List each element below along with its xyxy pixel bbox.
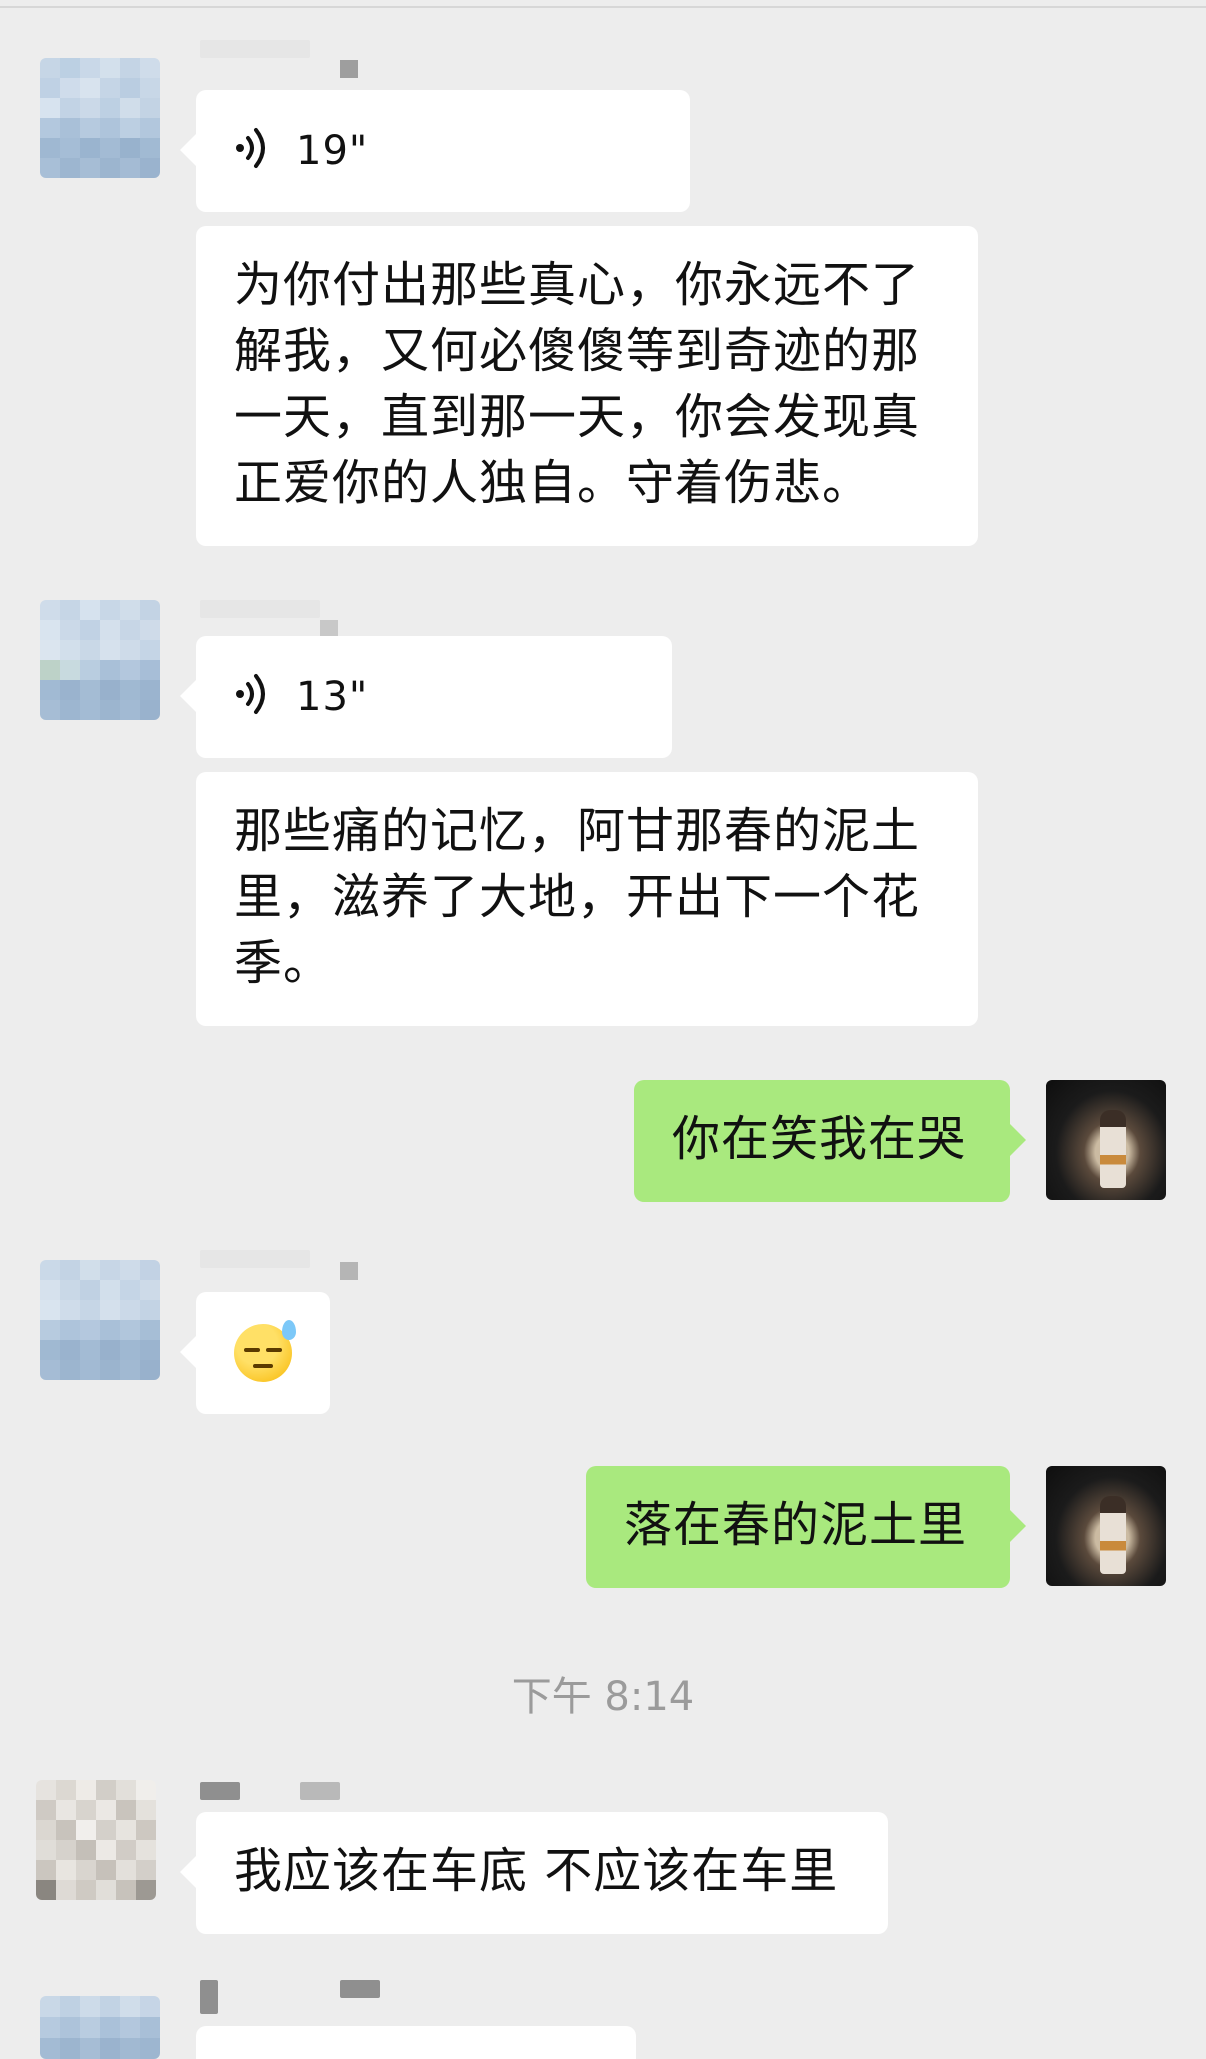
voice-message-bubble[interactable]: 13" [180,636,672,758]
voice-duration: 19" [296,128,369,174]
voice-duration: 13" [296,674,369,720]
outgoing-text-bubble[interactable]: 落在春的泥土里 [586,1466,1026,1588]
message-text: 为你付出那些真心，你永远不了解我，又何必傻傻等到奇迹的那一天，直到那一天，你会发… [234,257,921,511]
chat-timestamp: 下午 8:14 [511,1674,695,1720]
my-avatar[interactable] [1046,1080,1166,1200]
text-message-bubble[interactable]: 为你付出那些真心，你永远不了解我，又何必傻傻等到奇迹的那一天，直到那一天，你会发… [196,226,978,546]
voice-wave-icon [234,125,274,178]
emoji-message-bubble[interactable] [180,1292,330,1414]
text-message-bubble-partial[interactable] [196,2026,636,2059]
message-text: 落在春的泥土里 [624,1497,968,1553]
message-text: 那些痛的记忆，阿甘那春的泥土里，滋养了大地，开出下一个花季。 [234,803,921,991]
contact-avatar[interactable] [40,600,160,720]
text-message-bubble[interactable]: 我应该在车底 不应该在车里 [180,1812,888,1934]
avatar-figure [1100,1496,1126,1574]
contact-nickname-marker [340,1262,358,1280]
contact-nickname [300,1782,340,1800]
contact-nickname [200,40,310,58]
contact-avatar[interactable] [36,1780,156,1900]
voice-wave-icon [234,671,274,724]
sweat-face-emoji [234,1320,296,1382]
outgoing-text-bubble[interactable]: 你在笑我在哭 [634,1080,1026,1202]
avatar-figure [1100,1110,1126,1188]
contact-avatar[interactable] [40,58,160,178]
my-avatar[interactable] [1046,1466,1166,1586]
contact-nickname-marker [340,60,358,78]
contact-nickname [200,600,320,618]
voice-message-bubble[interactable]: 19" [180,90,690,212]
message-text: 我应该在车底 不应该在车里 [234,1843,839,1899]
contact-avatar[interactable] [40,1260,160,1380]
contact-nickname [200,1782,240,1800]
top-divider [0,6,1206,8]
contact-nickname [340,1980,380,1998]
contact-nickname [200,1980,218,2014]
text-message-bubble[interactable]: 那些痛的记忆，阿甘那春的泥土里，滋养了大地，开出下一个花季。 [196,772,978,1026]
contact-nickname [200,1250,310,1268]
message-text: 你在笑我在哭 [672,1111,967,1167]
contact-avatar[interactable] [40,1996,160,2059]
